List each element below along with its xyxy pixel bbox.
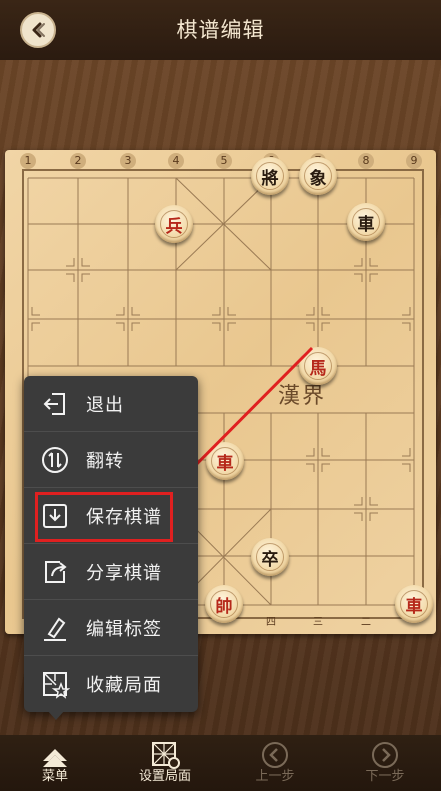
popup-menu: 退出 翻转 保存棋谱 分享棋谱 编辑标签 收藏局面: [24, 376, 198, 712]
menu-item-share-record[interactable]: 分享棋谱: [24, 544, 198, 600]
tab-next-step[interactable]: 下一步: [330, 735, 440, 791]
menu-label-exit: 退出: [86, 394, 124, 416]
edit-pen-icon: [44, 617, 66, 641]
menu-icon: [43, 749, 67, 767]
menu-item-edit-tags[interactable]: 编辑标签: [24, 600, 198, 656]
favorite-board-icon: [43, 672, 70, 699]
share-icon: [45, 560, 67, 583]
tab-menu-label: 菜单: [41, 769, 68, 784]
menu-item-exit[interactable]: 退出: [24, 376, 198, 432]
menu-pointer: [47, 710, 65, 720]
prev-step-icon: [262, 742, 288, 768]
menu-label-flip: 翻转: [86, 450, 124, 472]
tab-prev-step[interactable]: 上一步: [220, 735, 330, 791]
menu-item-flip[interactable]: 翻转: [24, 432, 198, 488]
tab-menu[interactable]: 菜单: [0, 735, 110, 791]
menu-label-share-record: 分享棋谱: [86, 562, 162, 584]
menu-item-favorite-position[interactable]: 收藏局面: [24, 656, 198, 712]
tab-board-setup[interactable]: 设置局面: [110, 735, 220, 791]
flip-icon: [42, 446, 68, 473]
tab-prev-step-label: 上一步: [255, 769, 295, 784]
next-step-icon: [372, 742, 398, 768]
exit-icon: [43, 392, 65, 415]
tab-board-setup-label: 设置局面: [138, 769, 191, 784]
tab-next-step-label: 下一步: [365, 769, 405, 784]
bottom-toolbar: 菜单 设置局面 上一步 下一步: [0, 735, 441, 791]
menu-label-edit-tags: 编辑标签: [86, 618, 162, 640]
annotation-highlight-box: [35, 492, 173, 542]
board-setup-icon: [152, 742, 180, 769]
menu-label-favorite-position: 收藏局面: [86, 675, 162, 696]
